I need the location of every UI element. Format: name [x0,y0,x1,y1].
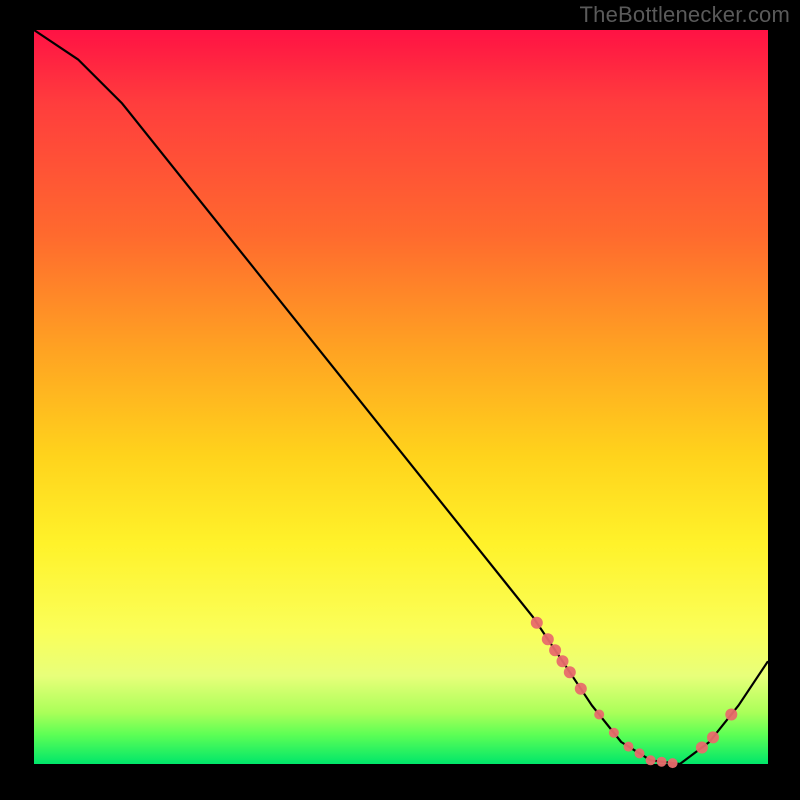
curve-marker [564,666,576,678]
curve-marker [657,757,667,767]
chart-container: TheBottlenecker.com [0,0,800,800]
watermark-text: TheBottlenecker.com [580,2,790,28]
curve-layer [34,30,768,764]
curve-marker [542,633,554,645]
curve-marker [575,683,587,695]
curve-marker [696,742,708,754]
curve-marker [609,728,619,738]
curve-marker [557,655,569,667]
curve-marker [635,748,645,758]
curve-marker [668,758,678,768]
curve-marker [549,644,561,656]
curve-marker [646,755,656,765]
curve-marker [725,709,737,721]
marker-group [531,617,738,768]
bottleneck-curve [34,30,768,764]
curve-marker [594,710,604,720]
curve-marker [624,742,634,752]
curve-marker [531,617,543,629]
curve-marker [707,731,719,743]
